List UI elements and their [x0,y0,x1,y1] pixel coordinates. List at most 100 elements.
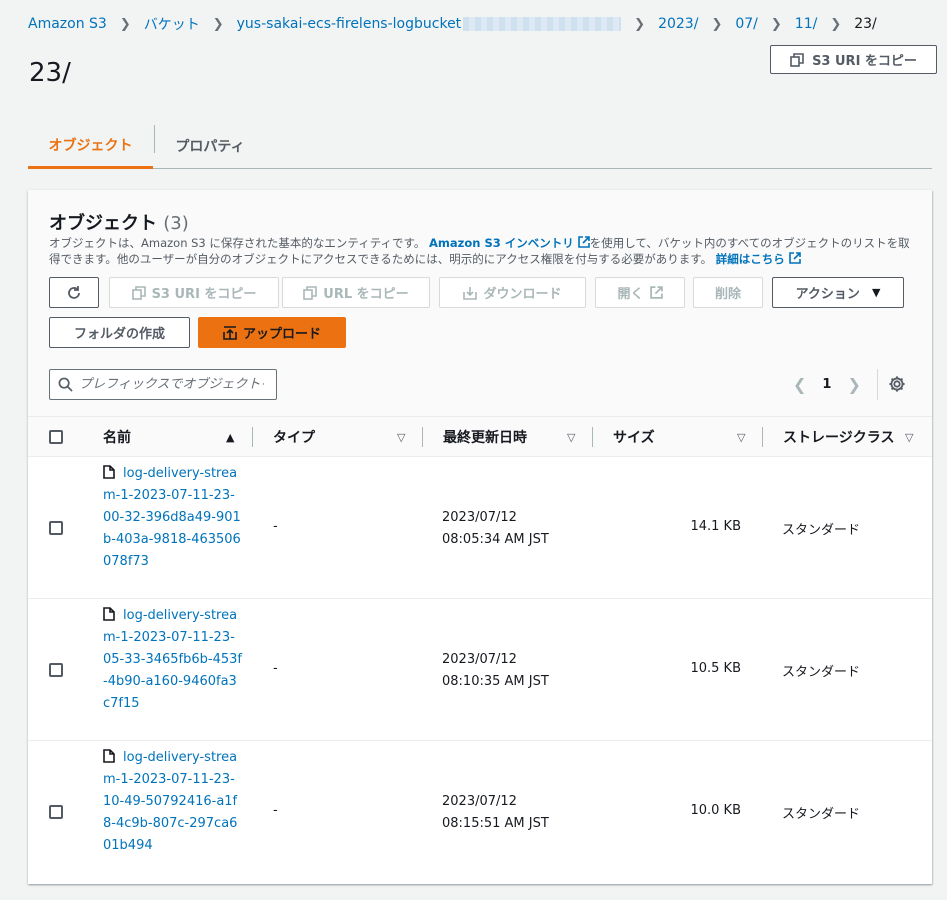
row-checkbox[interactable] [49,663,63,677]
upload-icon [223,325,237,340]
breadcrumb-bucket[interactable]: yus-sakai-ecs-firelens-logbucket [237,16,622,32]
learn-more-link[interactable]: 詳細はこちら [716,252,801,266]
inventory-link[interactable]: Amazon S3 インベントリ [429,236,590,250]
breadcrumb-month[interactable]: 07/ [735,16,758,32]
chevron-right-icon: ❯ [634,16,646,32]
chevron-right-icon: ❯ [770,16,782,32]
copy-icon [131,285,146,300]
object-storage-class: スタンダード [782,523,861,538]
object-size: 14.1 KB [690,519,741,534]
redacted-text [463,17,622,31]
object-name-link[interactable]: log-delivery-stream-1-2023-07-11-23-00-3… [103,463,243,573]
settings-gear-icon[interactable] [888,375,906,397]
page-title: 23/ [29,58,71,88]
file-icon [103,749,115,763]
copy-s3-uri-toolbar-label: S3 URI をコピー [151,287,257,302]
select-all-checkbox[interactable] [49,417,63,457]
modified-time: 08:10:35 AM JST [442,674,549,689]
object-type: - [273,519,278,534]
modified-date: 2023/07/12 [442,794,517,809]
object-storage-class: スタンダード [782,665,861,680]
objects-title-label: オブジェクト [49,213,157,234]
open-label: 開く [617,287,644,302]
delete-button[interactable]: 削除 [693,277,763,308]
breadcrumb-year[interactable]: 2023/ [658,16,698,32]
tab-properties[interactable]: プロパティ [155,124,265,168]
caret-down-icon: ▼ [871,286,881,299]
chevron-right-icon: ❯ [711,16,723,32]
row-checkbox[interactable] [49,805,63,819]
open-button[interactable]: 開く [595,277,685,308]
object-storage-class: スタンダード [782,807,861,822]
sort-caret-icon: ▽ [567,430,576,444]
object-size: 10.0 KB [690,803,741,818]
column-header-size[interactable]: サイズ ▽ [613,417,753,457]
upload-label: アップロード [242,327,321,342]
column-type-label: タイプ [273,430,315,446]
table-row[interactable]: log-delivery-stream-1-2023-07-11-23-10-4… [28,741,932,883]
column-divider [422,427,423,447]
refresh-icon [68,285,80,299]
table-row[interactable]: log-delivery-stream-1-2023-07-11-23-05-3… [28,599,932,741]
download-icon [463,286,478,300]
object-size: 10.5 KB [690,661,741,676]
download-button[interactable]: ダウンロード [439,277,586,308]
breadcrumb-day[interactable]: 11/ [795,16,818,32]
sort-caret-icon: ▽ [737,430,746,444]
chevron-right-icon: ❯ [830,16,842,32]
copy-s3-uri-toolbar-button[interactable]: S3 URI をコピー [109,277,279,308]
external-link-icon [577,236,590,248]
create-folder-button[interactable]: フォルダの作成 [49,317,190,348]
objects-count: (3) [163,213,189,234]
create-folder-label: フォルダの作成 [73,327,165,342]
copy-url-button[interactable]: URL をコピー [282,277,430,308]
breadcrumb-amazon-s3[interactable]: Amazon S3 [28,16,107,32]
column-header-type[interactable]: タイプ ▽ [273,417,413,457]
copy-icon [790,52,804,67]
objects-description: オブジェクトは、Amazon S3 に保存された基本的なエンティティです。 Am… [49,235,911,267]
next-page-icon[interactable]: ❯ [847,375,860,394]
copy-s3-uri-label: S3 URI をコピー [812,54,917,69]
sort-caret-icon: ▽ [905,430,914,444]
column-divider [592,427,593,447]
column-storage-class-label: ストレージクラス [783,430,895,446]
external-link-icon [788,252,801,264]
row-checkbox[interactable] [49,521,63,535]
actions-label: アクション [795,287,860,302]
object-name-link[interactable]: log-delivery-stream-1-2023-07-11-23-10-4… [103,747,243,857]
object-name-link[interactable]: log-delivery-stream-1-2023-07-11-23-05-3… [103,605,243,715]
actions-dropdown[interactable]: アクション ▼ [772,277,904,308]
upload-button[interactable]: アップロード [198,317,346,348]
column-size-label: サイズ [613,430,655,446]
modified-time: 08:15:51 AM JST [442,816,549,831]
previous-page-icon[interactable]: ❮ [793,375,806,394]
copy-s3-uri-button[interactable]: S3 URI をコピー [770,45,937,74]
refresh-button[interactable] [49,277,99,308]
object-name-label: log-delivery-stream-1-2023-07-11-23-10-4… [103,750,238,853]
chevron-right-icon: ❯ [212,16,224,32]
column-header-name[interactable]: 名前 ▲ [103,417,243,457]
prefix-search-input[interactable] [79,377,264,392]
object-last-modified: 2023/07/12 08:05:34 AM JST [442,507,549,551]
search-icon [58,377,73,392]
file-icon [103,465,115,479]
search-box [49,369,277,400]
column-header-last-modified[interactable]: 最終更新日時 ▽ [443,417,583,457]
column-divider [762,427,763,447]
description-text-1: オブジェクトは、Amazon S3 に保存された基本的なエンティティです。 [49,236,426,250]
breadcrumb: Amazon S3 ❯ バケット ❯ yus-sakai-ecs-firelen… [28,14,877,34]
tab-bar: オブジェクト プロパティ [28,124,932,169]
column-header-storage-class[interactable]: ストレージクラス ▽ [783,417,923,457]
breadcrumb-buckets[interactable]: バケット [144,14,200,34]
download-label: ダウンロード [483,287,562,302]
sort-caret-icon: ▽ [397,430,406,444]
table-header: 名前 ▲ タイプ ▽ 最終更新日時 ▽ サイズ ▽ ストレージクラス ▽ [28,417,932,457]
tab-objects[interactable]: オブジェクト [28,124,153,169]
modified-date: 2023/07/12 [442,652,517,667]
table-row[interactable]: log-delivery-stream-1-2023-07-11-23-00-3… [28,457,932,599]
copy-url-label: URL をコピー [323,287,409,302]
page-number[interactable]: 1 [822,377,831,392]
object-name-label: log-delivery-stream-1-2023-07-11-23-00-3… [103,466,241,569]
sort-ascending-icon: ▲ [226,430,235,444]
inventory-link-label: Amazon S3 インベントリ [429,236,574,250]
